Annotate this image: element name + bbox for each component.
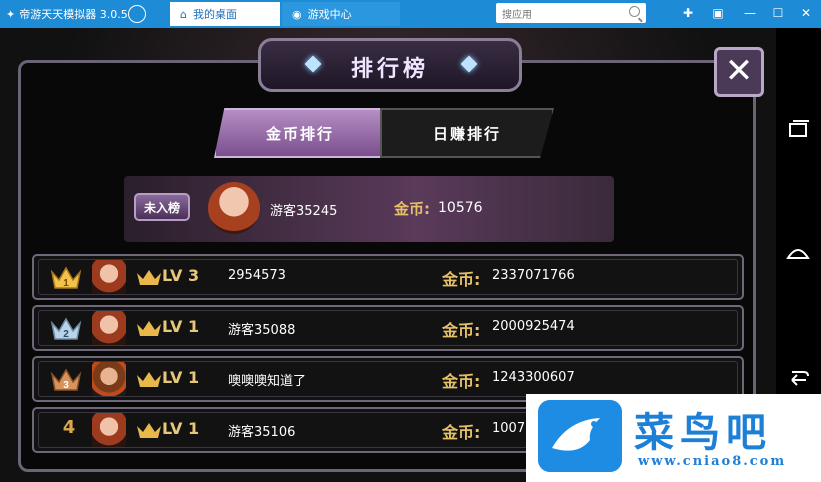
minimize-icon[interactable]: —	[742, 5, 758, 21]
level-label: LV 1	[162, 419, 200, 438]
unranked-badge: 未入榜	[134, 193, 190, 221]
coin-label: 金币:	[442, 372, 481, 391]
coin-label: 金币:	[394, 200, 430, 218]
level-label: LV 3	[162, 266, 200, 285]
recent-apps-icon[interactable]	[784, 116, 812, 144]
tab-my-desktop[interactable]: ⌂ 我的桌面	[170, 2, 280, 26]
bronze-crown-icon: 3	[50, 368, 82, 391]
watermark-logo: 菜鸟吧 www.cniao8.com	[526, 394, 821, 482]
page-title: 排行榜	[350, 57, 429, 82]
coin-label: 金币:	[442, 321, 481, 340]
level-crown-icon	[137, 270, 161, 285]
app-title: ✦ 帝游天天模拟器 3.0.5	[6, 6, 128, 22]
watermark-url: www.cniao8.com	[638, 454, 787, 469]
tab-my-desktop-label: 我的桌面	[192, 8, 237, 21]
level-crown-icon	[137, 423, 161, 438]
rank-number: 2	[63, 329, 69, 340]
bird-logo-icon	[538, 400, 622, 472]
level-label: LV 1	[162, 368, 200, 387]
gamepad-icon: ◉	[292, 7, 302, 21]
search-icon[interactable]	[629, 6, 640, 17]
search-box	[496, 3, 646, 26]
coin-value: 2337071766	[492, 268, 575, 283]
level-crown-icon	[137, 372, 161, 387]
coin-value: 2000925474	[492, 319, 575, 334]
tab-game-center[interactable]: ◉ 游戏中心	[282, 2, 400, 26]
tab-coin-ranking[interactable]: 金币排行	[214, 108, 386, 158]
player-name: 2954573	[228, 268, 286, 283]
app-title-text: 帝游天天模拟器 3.0.5	[19, 8, 128, 21]
back-icon[interactable]	[784, 362, 812, 390]
app-logo-icon: ✦	[6, 7, 16, 21]
pin-icon[interactable]: ✚	[680, 5, 696, 21]
home-nav-icon[interactable]	[784, 238, 812, 266]
search-input[interactable]	[496, 5, 624, 26]
leaderboard-header: 排行榜	[258, 38, 522, 92]
avatar[interactable]	[208, 182, 260, 234]
player-name: 游客35106	[228, 425, 296, 440]
ranking-row[interactable]: 2 LV 1 游客35088 金币: 2000925474	[32, 305, 744, 351]
tab-game-center-label: 游戏中心	[307, 8, 352, 21]
coin-label: 金币:	[442, 423, 481, 442]
ranking-row[interactable]: 1 LV 3 2954573 金币: 2337071766	[32, 254, 744, 300]
my-rank-row: 未入榜 游客35245 金币: 10576	[124, 176, 614, 242]
level-label: LV 1	[162, 317, 200, 336]
avatar[interactable]	[92, 362, 126, 396]
coin-label: 金币:	[442, 270, 481, 289]
close-window-icon[interactable]: ✕	[798, 5, 814, 21]
user-account-icon[interactable]	[128, 5, 146, 23]
maximize-icon[interactable]: ☐	[770, 5, 786, 21]
avatar[interactable]	[92, 260, 126, 294]
player-name: 游客35088	[228, 323, 296, 338]
player-name: 噢噢噢知道了	[228, 374, 307, 389]
coin-value: 10576	[438, 200, 483, 216]
level-crown-icon	[137, 321, 161, 336]
silver-crown-icon: 2	[50, 317, 82, 340]
coin-value: 1243300607	[492, 370, 575, 385]
rank-number: 4	[62, 417, 76, 438]
emulator-titlebar: ✦ 帝游天天模拟器 3.0.5 ⌂ 我的桌面 ◉ 游戏中心 ✚ ▣ — ☐ ✕	[0, 0, 821, 28]
tab-daily-earnings-ranking[interactable]: 日赚排行	[380, 108, 554, 158]
rank-number: 3	[63, 380, 69, 391]
coin-value: 1007	[492, 421, 526, 436]
avatar[interactable]	[92, 311, 126, 345]
avatar[interactable]	[92, 413, 126, 447]
player-name: 游客35245	[270, 204, 338, 219]
restore-icon[interactable]: ▣	[710, 5, 726, 21]
close-button[interactable]: ✕	[714, 47, 764, 97]
watermark-text: 菜鸟吧	[634, 409, 772, 456]
rank-number: 1	[63, 278, 69, 289]
gold-crown-icon: 1	[50, 266, 82, 289]
home-icon: ⌂	[180, 7, 187, 21]
